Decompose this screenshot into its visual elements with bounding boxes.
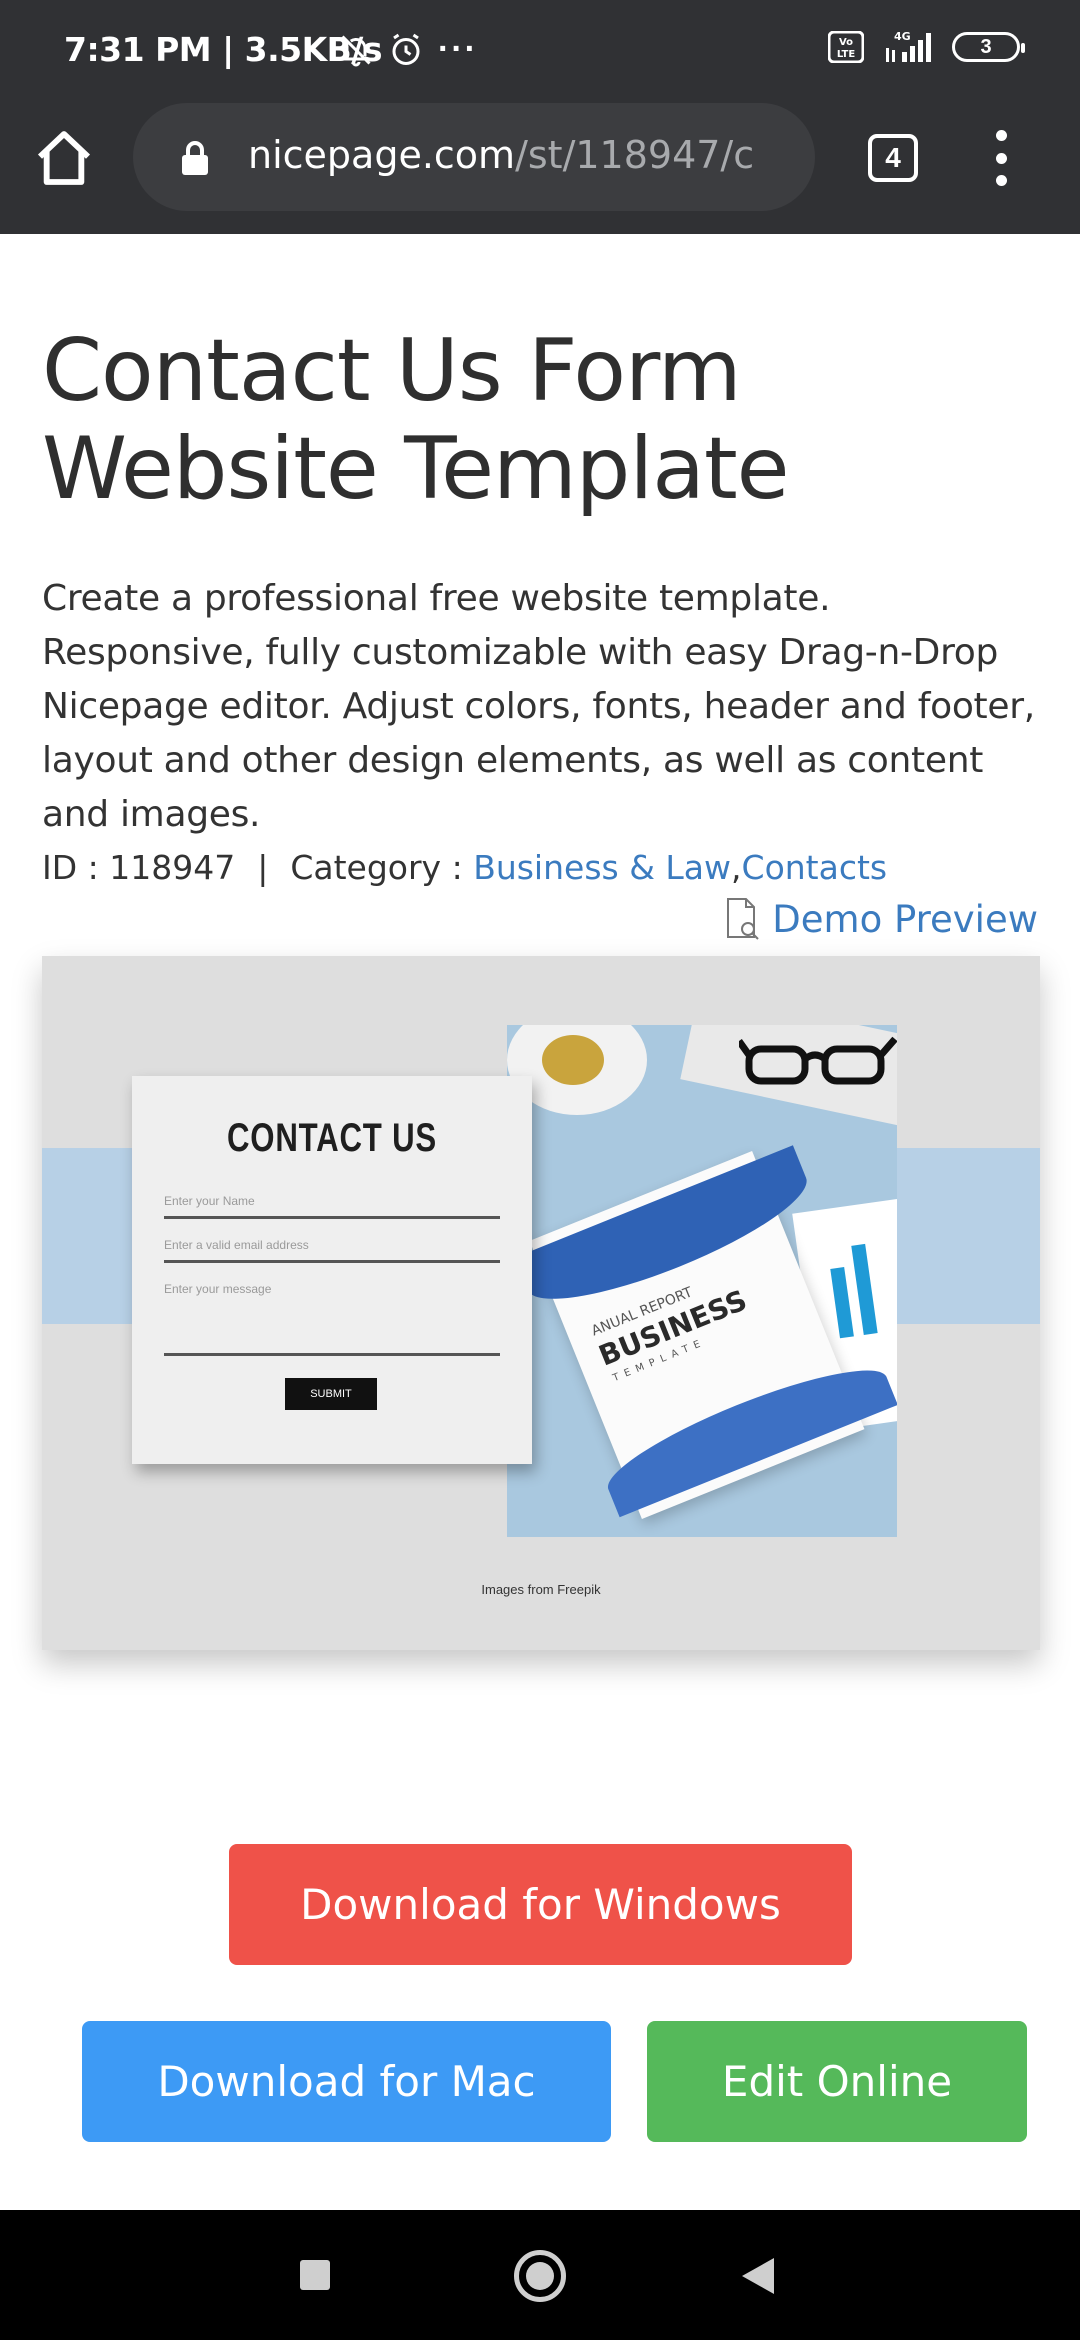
system-nav-bar <box>0 2210 1080 2340</box>
download-mac-button[interactable]: Download for Mac <box>82 2021 611 2142</box>
preview-contact-form: CONTACT US Enter your Name Enter a valid… <box>132 1076 532 1464</box>
battery-level: 3 <box>980 35 992 58</box>
category-label: Category : <box>290 848 474 887</box>
tab-switcher-button[interactable]: 4 <box>868 134 918 182</box>
home-icon[interactable] <box>32 126 96 190</box>
document-search-icon <box>727 898 759 940</box>
page-title: Contact Us Form Website Template <box>42 321 790 519</box>
overflow-menu-icon[interactable] <box>990 130 1012 186</box>
preview-name-field: Enter your Name <box>164 1194 500 1219</box>
preview-message-field: Enter your message <box>164 1282 500 1356</box>
svg-text:4G: 4G <box>894 30 911 43</box>
svg-text:LTE: LTE <box>837 49 856 60</box>
status-icons-right: Vo LTE 4G 3 <box>828 30 1025 64</box>
glasses-icon <box>739 1036 897 1085</box>
category-link-contacts[interactable]: Contacts <box>742 848 888 887</box>
demo-preview-label: Demo Preview <box>772 897 1038 941</box>
preview-email-field: Enter a valid email address <box>164 1238 500 1263</box>
brochure-shape: ANUAL REPORT BUSINESS TEMPLATE <box>514 1145 897 1520</box>
category-comma: , <box>731 848 742 887</box>
status-icons-left: ··· <box>338 30 478 69</box>
status-time: 7:31 PM | 3.5KB/s <box>64 30 383 69</box>
lock-icon <box>182 141 208 175</box>
preview-form-title: CONTACT US <box>226 1116 438 1160</box>
edit-online-button[interactable]: Edit Online <box>647 2021 1027 2142</box>
demo-preview-link[interactable]: Demo Preview <box>724 897 1038 941</box>
download-windows-button[interactable]: Download for Windows <box>229 1844 852 1965</box>
preview-submit-button: SUBMIT <box>285 1378 377 1410</box>
bell-off-icon <box>340 34 371 66</box>
preview-photo: ANUAL REPORT BUSINESS TEMPLATE <box>507 1025 897 1537</box>
browser-toolbar: nicepage.com/st/118947/c 4 <box>0 100 1080 234</box>
url-path: /st/118947/c <box>515 133 755 177</box>
page-description: Create a professional free website templ… <box>42 578 1035 835</box>
signal-icon: 4G <box>886 30 931 62</box>
recents-icon[interactable] <box>300 2260 330 2290</box>
category-link-business-law[interactable]: Business & Law <box>473 848 731 887</box>
url-text[interactable]: nicepage.com/st/118947/c <box>248 133 788 177</box>
meta-separator: | <box>257 848 269 887</box>
status-more-icon: ··· <box>438 30 478 68</box>
preview-credit: Images from Freepik <box>481 1582 601 1597</box>
template-preview-image[interactable]: ANUAL REPORT BUSINESS TEMPLATE CONTACT U… <box>42 956 1040 1650</box>
alarm-icon <box>392 33 420 65</box>
home-circle-icon[interactable] <box>514 2250 566 2302</box>
template-meta: ID : 118947 | Category : Business & Law,Co… <box>42 848 887 887</box>
url-host: nicepage.com <box>248 133 516 177</box>
status-bar: 7:31 PM | 3.5KB/s ··· Vo LTE 4G 3 <box>0 0 1080 100</box>
battery-icon: 3 <box>952 32 1025 62</box>
volte-icon: VoLTE <box>828 31 864 63</box>
back-icon[interactable] <box>742 2258 774 2294</box>
svg-text:Vo: Vo <box>839 37 853 48</box>
template-id: ID : 118947 <box>42 848 236 887</box>
